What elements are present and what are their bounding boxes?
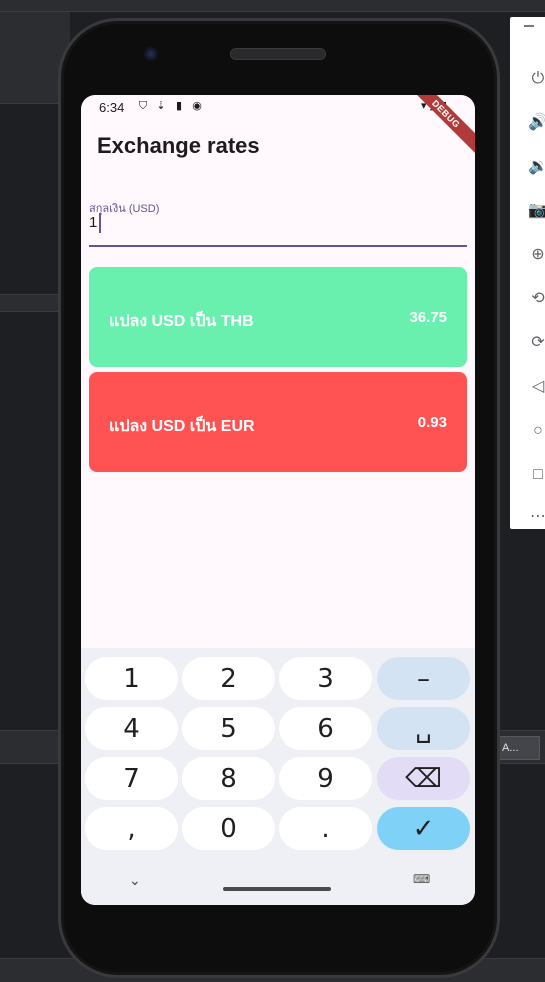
- key-4[interactable]: 4: [85, 707, 178, 750]
- camera-icon[interactable]: 📷: [528, 201, 545, 221]
- conversion-card-eur: แปลง USD เป็น EUR 0.93: [89, 372, 467, 472]
- front-camera: [144, 47, 158, 61]
- key-9[interactable]: 9: [279, 757, 372, 800]
- phone-speaker: [230, 48, 326, 60]
- key-comma[interactable]: ,: [85, 807, 178, 850]
- ide-chip[interactable]: A...: [496, 736, 540, 760]
- sync-icon: ◉: [192, 100, 202, 112]
- numeric-keyboard: 1 2 3 – 4 5 6 ␣ 7 8 9 ⌫ , 0 . ✓ ⌄ ⌨: [81, 648, 475, 905]
- more-icon[interactable]: ⋯: [528, 507, 545, 527]
- status-notification-icons: ⛉ ⇣ ▮ ◉: [137, 99, 203, 113]
- gesture-handle[interactable]: [223, 887, 331, 891]
- done-key[interactable]: ✓: [377, 807, 470, 850]
- overview-icon[interactable]: □: [528, 465, 545, 485]
- key-5[interactable]: 5: [182, 707, 275, 750]
- key-8[interactable]: 8: [182, 757, 275, 800]
- volume-down-icon[interactable]: 🔉: [528, 157, 545, 177]
- sd-card-icon: ▮: [175, 100, 183, 112]
- rotate-right-icon[interactable]: ⟳: [528, 333, 545, 353]
- home-icon[interactable]: ○: [528, 421, 545, 441]
- phone-screen: 6:34 ⛉ ⇣ ▮ ◉ ▾ ◢ ▮ DEBUG Exchange rates …: [81, 95, 475, 905]
- volume-up-icon[interactable]: 🔊: [528, 113, 545, 133]
- conversion-card-thb: แปลง USD เป็น THB 36.75: [89, 267, 467, 367]
- key-period[interactable]: .: [279, 807, 372, 850]
- key-7[interactable]: 7: [85, 757, 178, 800]
- text-caret: [99, 213, 101, 233]
- keyboard-switch-icon[interactable]: ⌨: [413, 872, 430, 886]
- key-6[interactable]: 6: [279, 707, 372, 750]
- conversion-value: 36.75: [409, 309, 447, 326]
- key-space[interactable]: ␣: [377, 707, 470, 750]
- status-bar: 6:34 ⛉ ⇣ ▮ ◉ ▾ ◢ ▮: [81, 95, 475, 119]
- key-2[interactable]: 2: [182, 657, 275, 700]
- key-1[interactable]: 1: [85, 657, 178, 700]
- key-0[interactable]: 0: [182, 807, 275, 850]
- keyboard-nav-bar: ⌄ ⌨: [81, 868, 475, 905]
- page-title: Exchange rates: [97, 133, 260, 158]
- ide-title-strip: [0, 0, 545, 12]
- key-3[interactable]: 3: [279, 657, 372, 700]
- minimize-icon[interactable]: [524, 25, 534, 27]
- backspace-key[interactable]: ⌫: [377, 757, 470, 800]
- zoom-icon[interactable]: ⊕: [528, 245, 545, 265]
- key-minus[interactable]: –: [377, 657, 470, 700]
- amount-field-underline: [89, 245, 467, 247]
- conversion-label: แปลง USD เป็น THB: [109, 313, 254, 330]
- power-icon[interactable]: ⏻: [528, 69, 545, 89]
- conversion-value: 0.93: [417, 414, 447, 431]
- rotate-left-icon[interactable]: ⟲: [528, 289, 545, 309]
- download-icon: ⇣: [156, 100, 166, 112]
- amount-input[interactable]: 1: [89, 214, 97, 231]
- shield-icon: ⛉: [138, 100, 148, 112]
- conversion-label: แปลง USD เป็น EUR: [109, 418, 255, 435]
- back-icon[interactable]: ◁: [528, 377, 545, 397]
- chevron-down-icon[interactable]: ⌄: [129, 872, 141, 889]
- emulator-toolbar: ⏻ 🔊 🔉 📷 ⊕ ⟲ ⟳ ◁ ○ □ ⋯: [510, 17, 545, 529]
- status-time: 6:34: [99, 100, 125, 115]
